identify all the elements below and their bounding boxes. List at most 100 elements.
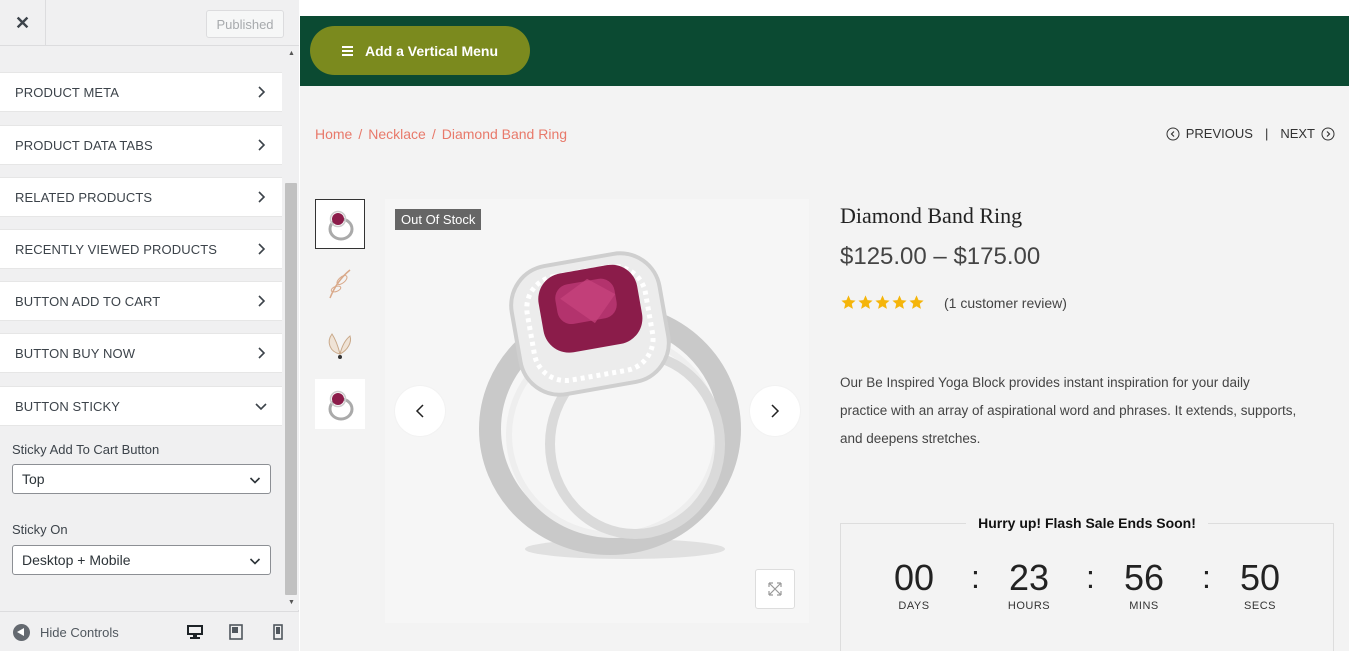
star-icon (892, 295, 907, 309)
star-icon (841, 295, 856, 309)
star-icon (909, 295, 924, 309)
ring-thumbnail-image (328, 210, 354, 241)
countdown-value: 56 (1123, 557, 1165, 598)
section-label: RELATED PRODUCTS (15, 189, 153, 205)
breadcrumb-separator: / (358, 126, 363, 142)
product-title: Diamond Band Ring (840, 203, 1023, 228)
chevron-down-icon (249, 558, 261, 565)
sticky-add-to-cart-select[interactable]: Top (12, 464, 271, 494)
sidebar-scrollbar[interactable]: ▲ ▼ (284, 46, 299, 610)
product-navigation: PREVIOUS | NEXT (1166, 126, 1335, 141)
countdown-separator: : (971, 559, 980, 595)
previous-circle-icon (1166, 127, 1180, 140)
section-recently-viewed-products[interactable]: RECENTLY VIEWED PRODUCTS (0, 229, 282, 269)
countdown-mins: 56 MINS (1104, 557, 1184, 613)
section-button-buy-now[interactable]: BUTTON BUY NOW (0, 333, 282, 373)
sticky-add-to-cart-label: Sticky Add To Cart Button (12, 442, 160, 457)
section-button-add-to-cart[interactable]: BUTTON ADD TO CART (0, 281, 282, 321)
customizer-sections: PRODUCT META PRODUCT DATA TABS RELATED P… (0, 47, 284, 610)
chevron-right-icon (258, 86, 266, 98)
countdown-unit-label: DAYS (898, 600, 930, 612)
product-thumbnail[interactable] (315, 379, 365, 429)
section-button-sticky[interactable]: BUTTON STICKY (0, 386, 282, 426)
chevron-down-icon (249, 477, 261, 484)
countdown-title: Hurry up! Flash Sale Ends Soon! (966, 515, 1208, 531)
section-product-data-tabs[interactable]: PRODUCT DATA TABS (0, 125, 282, 165)
product-main-image: Out Of Stock (385, 199, 809, 623)
sticky-on-label: Sticky On (12, 522, 68, 537)
previous-image-button[interactable] (395, 386, 445, 436)
section-label: RECENTLY VIEWED PRODUCTS (15, 241, 218, 257)
countdown-secs: 50 SECS (1220, 557, 1300, 613)
countdown-separator: : (1202, 559, 1211, 595)
tablet-preview-button[interactable] (226, 622, 246, 642)
customer-review-link[interactable]: (1 customer review) (944, 295, 1067, 311)
previous-link[interactable]: PREVIOUS (1186, 126, 1253, 141)
breadcrumb: Home / Necklace / Diamond Band Ring (315, 126, 567, 142)
scroll-down-arrow-icon[interactable]: ▼ (284, 595, 299, 610)
customizer-footer: Hide Controls (0, 611, 299, 651)
star-rating (840, 294, 925, 311)
collapse-left-icon (13, 624, 30, 641)
product-thumbnail[interactable] (315, 199, 365, 249)
section-label: PRODUCT DATA TABS (15, 137, 153, 153)
product-price: $125.00 – $175.00 (840, 243, 1041, 270)
breadcrumb-current: Diamond Band Ring (441, 126, 568, 142)
next-circle-icon (1321, 127, 1335, 140)
customizer-sidebar: ✕ Published PRODUCT META PRODUCT DATA TA… (0, 0, 299, 651)
zoom-image-button[interactable] (755, 569, 795, 609)
scroll-up-arrow-icon[interactable]: ▲ (284, 46, 299, 61)
chevron-right-icon (258, 243, 266, 255)
section-label: BUTTON ADD TO CART (15, 293, 161, 309)
sticky-on-select[interactable]: Desktop + Mobile (12, 545, 271, 575)
chevron-right-icon (258, 139, 266, 151)
star-icon (875, 295, 890, 309)
countdown-title-wrap: Hurry up! Flash Sale Ends Soon! (841, 515, 1333, 533)
countdown-unit-label: HOURS (1007, 600, 1051, 612)
countdown-days: 00 DAYS (874, 559, 954, 613)
chevron-right-icon (258, 347, 266, 359)
section-product-meta[interactable]: PRODUCT META (0, 72, 282, 112)
countdown-unit-label: SECS (1244, 600, 1276, 612)
chevron-right-icon (258, 191, 266, 203)
product-thumbnail[interactable] (315, 259, 365, 309)
breadcrumb-category-link[interactable]: Necklace (368, 126, 426, 142)
hide-controls-label: Hide Controls (40, 625, 119, 640)
vertical-menu-label: Add a Vertical Menu (365, 42, 499, 59)
tablet-icon (229, 624, 243, 640)
countdown-hours: 23 HOURS (989, 557, 1069, 613)
next-link[interactable]: NEXT (1280, 126, 1315, 141)
chevron-down-icon (255, 403, 267, 411)
hamburger-icon (342, 45, 353, 56)
next-image-button[interactable] (750, 386, 800, 436)
select-value: Desktop + Mobile (22, 552, 131, 568)
desktop-preview-button[interactable] (185, 622, 205, 642)
hide-controls-button[interactable]: Hide Controls (13, 624, 119, 641)
product-short-description: Our Be Inspired Yoga Block provides inst… (840, 375, 1297, 446)
mobile-preview-button[interactable] (268, 622, 288, 642)
site-preview: Add a Vertical Menu Home / Necklace / Diamon… (300, 0, 1349, 651)
customizer-header: ✕ Published (0, 0, 299, 46)
ring-thumbnail-image (328, 390, 354, 421)
breadcrumb-home-link[interactable]: Home (315, 126, 352, 142)
section-label: BUTTON BUY NOW (15, 345, 136, 361)
chevron-right-icon (258, 295, 266, 307)
flash-sale-countdown: Hurry up! Flash Sale Ends Soon! 00 DAYS … (840, 515, 1334, 651)
published-button[interactable]: Published (206, 10, 284, 38)
scroll-thumb[interactable] (285, 183, 297, 595)
out-of-stock-badge: Out Of Stock (395, 209, 482, 230)
section-related-products[interactable]: RELATED PRODUCTS (0, 177, 282, 217)
site-header-bar: Add a Vertical Menu (300, 16, 1349, 86)
countdown-value: 23 (1008, 557, 1050, 598)
select-value: Top (22, 471, 45, 487)
leaf-necklace-thumbnail-image (329, 269, 351, 299)
product-thumbnail[interactable] (315, 319, 365, 369)
countdown-value: 50 (1239, 557, 1281, 598)
vertical-menu-button[interactable]: Add a Vertical Menu (310, 26, 530, 75)
nav-divider: | (1264, 126, 1269, 141)
close-customizer-button[interactable]: ✕ (0, 0, 46, 46)
star-icon (858, 295, 873, 309)
top-strip (300, 0, 1349, 16)
countdown-separator: : (1086, 559, 1095, 595)
countdown-unit-label: MINS (1129, 600, 1159, 612)
